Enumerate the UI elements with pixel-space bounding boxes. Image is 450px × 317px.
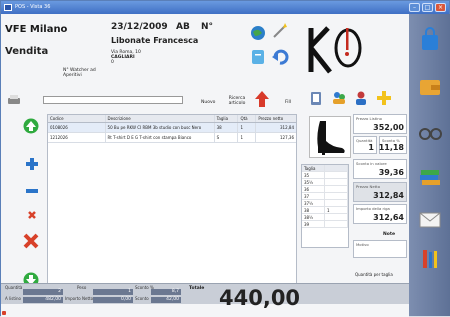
fill-label[interactable]: Fill [285, 100, 291, 105]
holder-info: N° Watcher ad Aperitivi [63, 68, 96, 78]
mode-title: Vendita [5, 46, 49, 57]
user-icon[interactable] [353, 90, 369, 106]
size-row[interactable]: 35½ [302, 179, 348, 186]
minimize-button[interactable]: – [409, 3, 420, 12]
footer-weight-label: Peso [77, 285, 87, 290]
sale-date: 23/12/2009 [111, 22, 168, 32]
size-row[interactable]: 38½ [302, 214, 348, 221]
size-row[interactable]: 37 [302, 193, 348, 200]
globe-icon[interactable] [249, 24, 267, 42]
status-indicator [2, 311, 6, 315]
store-name: VFE Milano [5, 24, 68, 35]
footer-quantity: 2 [23, 289, 63, 295]
wallet-icon[interactable] [417, 74, 443, 100]
size-row[interactable]: 37½ [302, 200, 348, 207]
users-icon[interactable] [331, 90, 347, 106]
footer-discount-label: Sconto [135, 296, 149, 301]
delete-small-icon[interactable] [27, 210, 37, 220]
size-row[interactable]: 39 [302, 221, 348, 228]
document-icon[interactable] [249, 48, 267, 66]
brand-logo [308, 26, 362, 74]
minus-icon[interactable] [25, 184, 39, 198]
new-label[interactable]: Nuovo [201, 100, 215, 105]
size-row[interactable]: 36 [302, 186, 348, 193]
quantity-field[interactable]: Quantità 1 [353, 136, 377, 154]
window-title: POS - Vista 36 [15, 4, 51, 10]
total-label: Totale [189, 286, 205, 291]
shoe-image [317, 121, 345, 155]
close-button[interactable]: × [435, 3, 446, 12]
customer-address: Via Roma, 10 CAGLIARI 0 [111, 50, 141, 65]
search-input[interactable] [43, 96, 183, 104]
price-panel: Prezzo Listino 352,00 Quantità 1 Sconto … [353, 114, 407, 294]
right-sidebar [409, 14, 450, 316]
books-icon[interactable] [417, 164, 443, 190]
plus-icon[interactable] [25, 157, 39, 171]
delete-icon[interactable] [23, 233, 39, 249]
discount-field[interactable]: Sconto % 11,18 [379, 136, 407, 154]
footer-discount-pct: 8,7 [151, 289, 181, 295]
footer-quantity-label: Quantità [5, 285, 23, 290]
notes-label: Note [383, 232, 396, 237]
sizes-table[interactable]: Taglia 35 35½ 36 37 37½ 38 1 38½ 39 [301, 164, 349, 248]
mail-icon[interactable] [417, 206, 443, 232]
product-image [309, 116, 351, 158]
size-row[interactable]: 38 1 [302, 207, 348, 214]
table-row[interactable]: 0108026 50 Bu pe RKW CI RBM 3b studio co… [48, 123, 296, 133]
add-icon[interactable] [376, 90, 392, 106]
size-row[interactable]: 35 [302, 172, 348, 179]
app-icon [4, 4, 12, 11]
title-bar: POS - Vista 36 – □ × [1, 1, 449, 14]
table-row[interactable]: 1212026 Rt T-shirt D E G T-shirt con sta… [48, 133, 296, 143]
discount-value-field[interactable]: Sconto in valore 39,36 [353, 159, 407, 179]
customer-name[interactable]: Libonate Francesca [111, 36, 198, 45]
footer-gross-label: A listino [5, 296, 21, 301]
tools-icon[interactable] [417, 246, 443, 272]
glasses-icon[interactable] [417, 119, 443, 145]
search-article-label[interactable]: Ricerca articolo [226, 96, 248, 106]
main-area: VFE Milano Vendita 23/12/2009 AB N° Libo… [1, 14, 409, 317]
qty-per-size-label[interactable]: Quantità per taglia [355, 272, 393, 277]
arrow-up-icon[interactable] [23, 118, 39, 134]
undo-icon[interactable] [271, 48, 289, 66]
shopping-bag-icon[interactable] [417, 26, 443, 52]
items-table[interactable]: Codice Descrizione Taglia Qtà Prezzo net… [47, 114, 297, 292]
printer-icon[interactable] [7, 94, 21, 106]
footer-net-label: Importo Netto [65, 296, 94, 301]
pos-window: POS - Vista 36 – □ × VFE Milano Vendita … [0, 0, 450, 317]
footer-weight: 1 [93, 289, 133, 295]
row-total-field[interactable]: Importo della riga 312,64 [353, 204, 407, 224]
maximize-button[interactable]: □ [422, 3, 433, 12]
document-number-label: N° [201, 22, 214, 32]
up-arrow-icon[interactable] [254, 90, 270, 108]
document-code: AB [176, 22, 190, 32]
footer-net: 0,00 [93, 297, 133, 303]
footer-gross: 482,00 [23, 297, 63, 303]
total-amount: 440,00 [219, 286, 301, 310]
table-header: Codice Descrizione Taglia Qtà Prezzo net… [48, 115, 296, 123]
footer-discount: 42,00 [151, 297, 181, 303]
clipboard-icon[interactable] [309, 90, 323, 106]
magic-wand-icon[interactable] [271, 22, 289, 40]
net-price-field: Prezzo Netto 312,84 [353, 182, 407, 202]
reason-field[interactable]: Motivo [353, 240, 407, 258]
footer-bar: Quantità 2 Peso 1 Sconto % 8,7 A listino… [1, 283, 409, 304]
list-price-field[interactable]: Prezzo Listino 352,00 [353, 114, 407, 134]
